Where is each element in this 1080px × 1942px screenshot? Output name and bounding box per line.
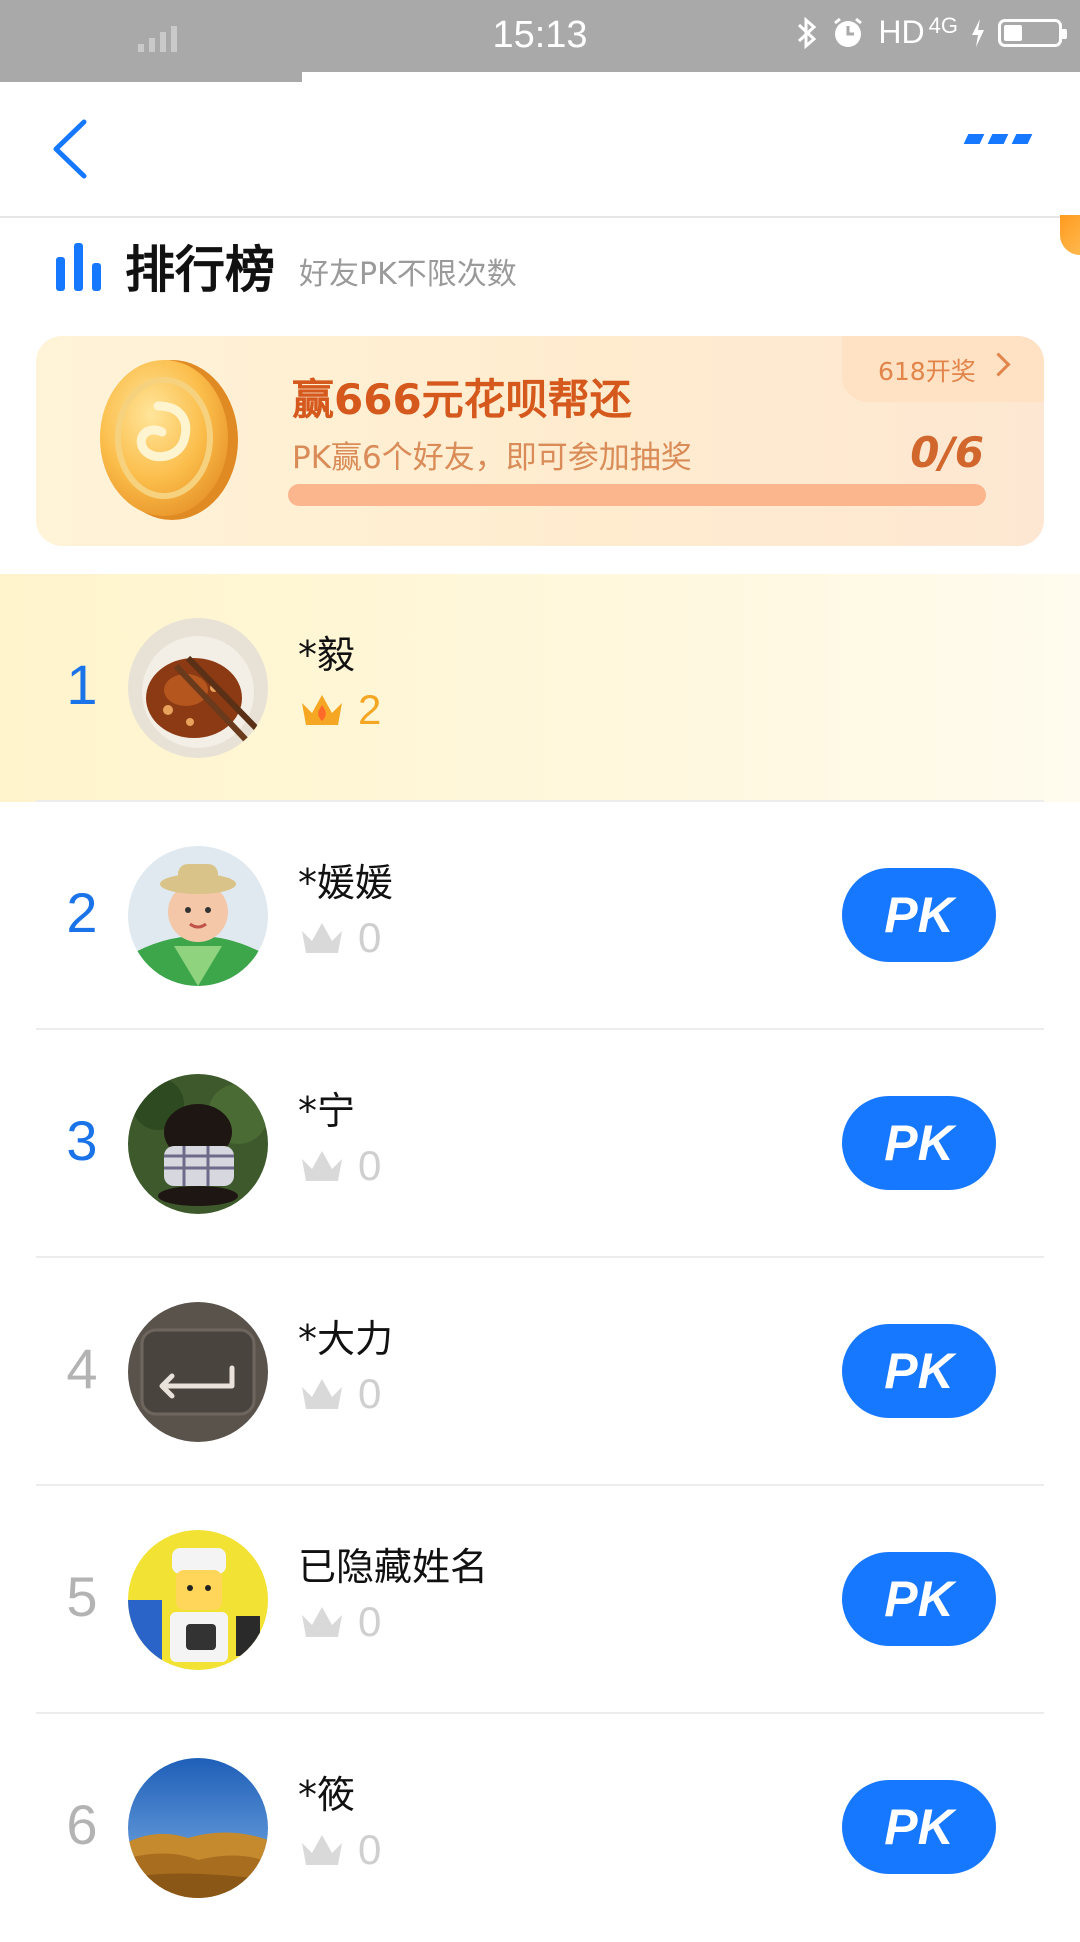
pk-button[interactable]: PK (842, 1096, 996, 1190)
charging-icon (972, 18, 984, 47)
crown-icon (302, 695, 342, 725)
chevron-right-icon (986, 352, 1011, 377)
user-name: *媛媛 (298, 861, 394, 905)
promo-tag-label: 618开奖 (878, 357, 976, 386)
score: 0 (298, 1142, 381, 1190)
rank-number: 5 (66, 1565, 98, 1628)
user-name: *毅 (298, 633, 356, 677)
user-name: *大力 (298, 1317, 394, 1361)
ranking-row[interactable]: 6 *筱 0 PK (0, 1714, 1080, 1942)
rank-number: 1 (66, 653, 98, 716)
avatar[interactable] (128, 1074, 268, 1214)
page-title: 排行榜 (125, 241, 275, 299)
avatar[interactable] (128, 1530, 268, 1670)
avatar[interactable] (128, 618, 268, 758)
score: 0 (298, 1598, 381, 1646)
corner-decoration (1060, 215, 1080, 255)
crown-icon (302, 1151, 342, 1181)
page-subtitle: 好友PK不限次数 (299, 257, 517, 292)
ranking-row[interactable]: 1 *毅 2 (0, 574, 1080, 802)
network-label: HD (878, 14, 925, 50)
ranking-list: 1 *毅 2 2 *媛媛 0 PK 3 *宁 0 PK 4 *大力 0 PK 5… (0, 574, 1080, 1942)
rank-number: 4 (66, 1337, 98, 1400)
alarm-icon (834, 17, 863, 47)
score: 2 (298, 686, 381, 734)
battery-icon (998, 18, 1067, 47)
score-value: 0 (358, 1598, 382, 1645)
crown-icon (302, 1835, 342, 1865)
rank-number: 3 (66, 1109, 98, 1172)
bluetooth-icon (798, 16, 817, 49)
user-name: *宁 (298, 1089, 356, 1133)
pk-button[interactable]: PK (842, 868, 996, 962)
title-bar (0, 82, 1080, 218)
crown-icon (302, 1607, 342, 1637)
promo-tag[interactable]: 618开奖 (842, 336, 1044, 402)
score: 0 (298, 1370, 381, 1418)
user-name: *筱 (298, 1773, 356, 1817)
crown-icon (302, 923, 342, 953)
score-value: 2 (358, 686, 382, 733)
score-value: 0 (358, 1826, 382, 1873)
rank-number: 6 (66, 1793, 98, 1856)
ranking-row[interactable]: 3 *宁 0 PK (0, 1030, 1080, 1258)
pk-button[interactable]: PK (842, 1324, 996, 1418)
avatar[interactable] (128, 846, 268, 986)
ranking-row[interactable]: 2 *媛媛 0 PK (0, 802, 1080, 1030)
pk-button[interactable]: PK (842, 1552, 996, 1646)
status-bar: 15:13 HD 4G (0, 0, 1080, 82)
pk-button[interactable]: PK (842, 1780, 996, 1874)
back-button[interactable] (46, 114, 96, 184)
score: 0 (298, 1826, 381, 1874)
more-options-icon[interactable] (963, 134, 1033, 144)
coin-icon (100, 360, 238, 520)
leaderboard-header: 排行榜 好友PK不限次数 (56, 230, 517, 302)
score-value: 0 (358, 914, 382, 961)
score: 0 (298, 914, 381, 962)
rank-number: 2 (66, 881, 98, 944)
promo-card[interactable]: 618开奖 赢666元花呗帮还 PK赢6个好友，即可参加抽奖 0/6 (36, 336, 1044, 546)
bar-chart-icon (56, 241, 101, 291)
promo-progress-bar (288, 484, 986, 506)
promo-description: PK赢6个好友，即可参加抽奖 (292, 440, 692, 476)
user-name: 已隐藏姓名 (298, 1545, 489, 1589)
crown-icon (302, 1379, 342, 1409)
signal-type-label: 4G (928, 12, 958, 38)
promo-progress-count: 0/6 (910, 428, 984, 477)
promo-title: 赢666元花呗帮还 (292, 375, 632, 424)
ranking-row[interactable]: 4 *大力 0 PK (0, 1258, 1080, 1486)
score-value: 0 (358, 1370, 382, 1417)
score-value: 0 (358, 1142, 382, 1189)
avatar[interactable] (128, 1758, 268, 1898)
avatar[interactable] (128, 1302, 268, 1442)
ranking-row[interactable]: 5 已隐藏姓名 0 PK (0, 1486, 1080, 1714)
